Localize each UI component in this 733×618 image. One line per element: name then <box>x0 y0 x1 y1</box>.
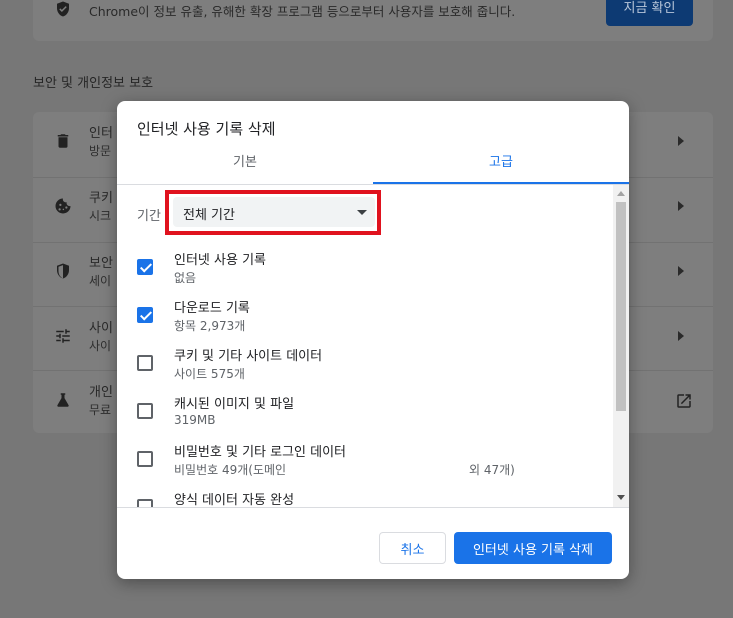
option-autofill[interactable]: 양식 데이터 자동 완성 <box>117 489 607 507</box>
privacy-section-title: 보안 및 개인정보 보호 <box>33 76 154 91</box>
tab-advanced[interactable]: 고급 <box>373 146 629 184</box>
red-highlight-box <box>165 190 381 235</box>
scroll-up-arrow-icon[interactable] <box>617 191 625 196</box>
option-subtitle: 319MB <box>174 413 216 427</box>
checkbox-passwords[interactable] <box>137 451 153 467</box>
option-title: 인터넷 사용 기록 <box>174 253 266 268</box>
clear-browsing-data-dialog: 인터넷 사용 기록 삭제 기본 고급 기간 전체 기간 인터넷 사용 기록 없음… <box>117 101 629 579</box>
safety-check-text: Chrome이 정보 유출, 유해한 확장 프로그램 등으로부터 사용자를 보호… <box>89 4 516 19</box>
option-title: 캐시된 이미지 및 파일 <box>174 397 295 412</box>
check-now-button[interactable]: 지금 확인 <box>606 0 693 26</box>
options-scrollbar[interactable] <box>613 185 629 507</box>
option-subtitle-extra: 외 47개) <box>469 463 515 477</box>
option-passwords[interactable]: 비밀번호 및 기타 로그인 데이터 비밀번호 49개(도메인 외 47개) <box>117 441 607 489</box>
option-title: 양식 데이터 자동 완성 <box>174 493 295 507</box>
checkbox-autofill[interactable] <box>137 499 153 507</box>
checkbox-browsing-history[interactable] <box>137 259 153 275</box>
security-row-subtitle: 세이 <box>89 274 112 288</box>
time-range-label: 기간 <box>137 209 161 224</box>
option-subtitle: 사이트 575개 <box>174 367 245 381</box>
option-subtitle: 없음 <box>174 271 197 285</box>
option-download-history[interactable]: 다운로드 기록 항목 2,973개 <box>117 297 607 345</box>
active-tab-indicator <box>373 182 629 184</box>
trash-icon <box>57 134 69 148</box>
privacy-sandbox-row-subtitle: 무료 <box>89 403 112 417</box>
site-settings-row-title[interactable]: 사이 <box>89 317 113 336</box>
dialog-title: 인터넷 사용 기록 삭제 <box>137 120 276 138</box>
tune-icon <box>56 329 70 343</box>
cookies-row-title[interactable]: 쿠키 <box>89 187 113 206</box>
shield-icon <box>57 263 69 279</box>
option-title: 비밀번호 및 기타 로그인 데이터 <box>174 445 347 460</box>
flask-icon <box>57 393 69 407</box>
cookie-icon <box>55 198 71 214</box>
option-subtitle: 비밀번호 49개(도메인 <box>174 463 287 477</box>
privacy-sandbox-row-title[interactable]: 개인 <box>89 381 113 400</box>
option-subtitle: 항목 2,973개 <box>174 319 246 333</box>
clear-data-row-subtitle: 방문 <box>89 144 112 158</box>
chevron-right-icon <box>678 201 684 211</box>
chevron-right-icon <box>678 136 684 146</box>
clear-data-button[interactable]: 인터넷 사용 기록 삭제 <box>454 532 612 564</box>
option-title: 다운로드 기록 <box>174 301 250 316</box>
scroll-down-arrow-icon[interactable] <box>617 495 625 500</box>
shield-check-icon <box>57 1 69 17</box>
option-cached-files[interactable]: 캐시된 이미지 및 파일 319MB <box>117 393 607 441</box>
option-title: 쿠키 및 기타 사이트 데이터 <box>174 349 323 364</box>
cookies-row-subtitle: 시크 <box>89 209 112 223</box>
clear-data-row-title[interactable]: 인터 <box>89 122 113 141</box>
scroll-thumb[interactable] <box>616 202 626 411</box>
chevron-right-icon <box>678 266 684 276</box>
option-cookies[interactable]: 쿠키 및 기타 사이트 데이터 사이트 575개 <box>117 345 607 393</box>
chevron-right-icon <box>678 331 684 341</box>
checkbox-cookies[interactable] <box>137 355 153 371</box>
dialog-tabs: 기본 고급 <box>117 146 629 185</box>
checkbox-download-history[interactable] <box>137 307 153 323</box>
footer-divider <box>117 507 629 508</box>
open-in-new-icon <box>677 394 691 408</box>
cancel-button[interactable]: 취소 <box>379 532 446 564</box>
site-settings-row-subtitle: 사이 <box>89 339 112 353</box>
tab-basic[interactable]: 기본 <box>117 146 373 184</box>
checkbox-cached-files[interactable] <box>137 403 153 419</box>
option-browsing-history[interactable]: 인터넷 사용 기록 없음 <box>117 249 607 297</box>
advanced-options-list: 기간 전체 기간 인터넷 사용 기록 없음 다운로드 기록 항목 2,973개 … <box>117 185 629 507</box>
security-row-title[interactable]: 보안 <box>89 252 113 271</box>
